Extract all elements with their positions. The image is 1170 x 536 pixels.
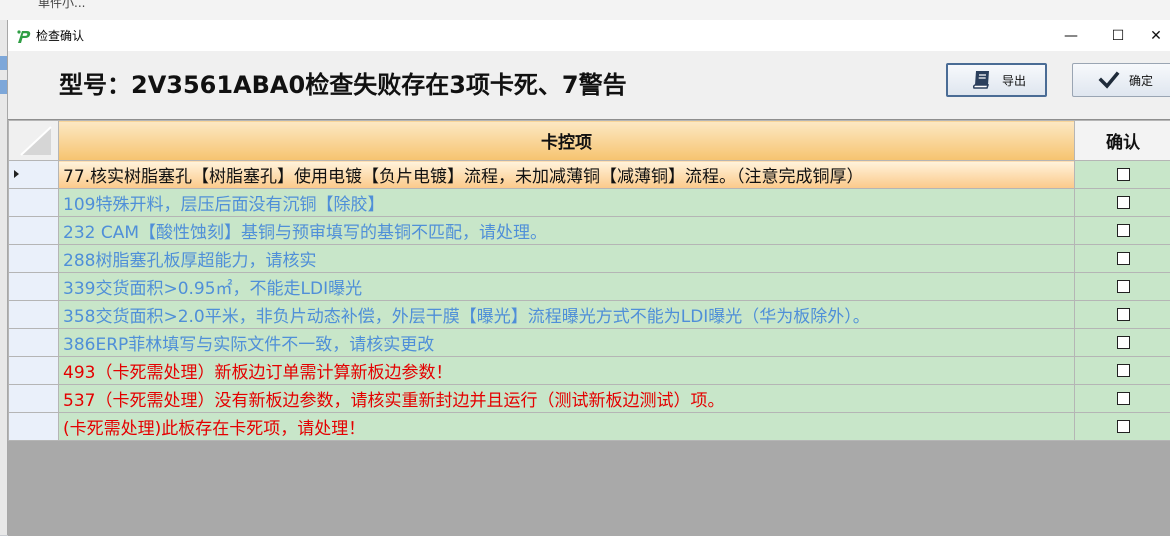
table-row[interactable]: 358交货面积>2.0平米，非负片动态补偿，外层干膜【曝光】流程曝光方式不能为L…	[9, 301, 1170, 329]
export-button-label: 导出	[1002, 72, 1026, 89]
maximize-icon: ☐	[1112, 28, 1125, 44]
confirm-checkbox[interactable]	[1117, 168, 1130, 181]
minimize-button[interactable]: —	[1048, 20, 1094, 51]
checkmark-icon	[1097, 68, 1121, 92]
confirm-button[interactable]: 确定	[1072, 63, 1170, 97]
app-logo-icon	[16, 28, 32, 44]
confirm-dialog: 检查确认 — ☐ ✕ 型号：2V3561ABA0检查失败存在3项卡死、7警告 导…	[7, 20, 1170, 535]
confirm-cell[interactable]	[1075, 217, 1170, 245]
row-header[interactable]	[9, 357, 59, 385]
check-item-text[interactable]: 339交货面积>0.95㎡，不能走LDI曝光	[59, 273, 1075, 301]
background-app-strip: 单件小...	[0, 0, 1170, 20]
title-bar[interactable]: 检查确认 — ☐ ✕	[8, 20, 1170, 51]
book-icon	[970, 68, 994, 92]
confirm-checkbox[interactable]	[1117, 280, 1130, 293]
confirm-cell[interactable]	[1075, 245, 1170, 273]
table-row[interactable]: 386ERP菲林填写与实际文件不一致，请核实更改	[9, 329, 1170, 357]
current-row-arrow-icon	[14, 170, 19, 178]
close-icon: ✕	[1150, 28, 1162, 44]
confirm-checkbox[interactable]	[1117, 336, 1130, 349]
table-row[interactable]: 77.核实树脂塞孔【树脂塞孔】使用电镀【负片电镀】流程，未加减薄铜【减薄铜】流程…	[9, 161, 1170, 189]
row-header[interactable]	[9, 189, 59, 217]
table-row[interactable]: 288树脂塞孔板厚超能力，请核实	[9, 245, 1170, 273]
confirm-checkbox[interactable]	[1117, 364, 1130, 377]
confirm-cell[interactable]	[1075, 385, 1170, 413]
check-item-text[interactable]: 537（卡死需处理）没有新板边参数，请核实重新封边并且运行（测试新板边测试）项。	[59, 385, 1075, 413]
table-row[interactable]: 232 CAM【酸性蚀刻】基铜与预审填写的基铜不匹配，请处理。	[9, 217, 1170, 245]
row-header[interactable]	[9, 413, 59, 441]
check-item-text[interactable]: 109特殊开料，层压后面没有沉铜【除胶】	[59, 189, 1075, 217]
window-title: 检查确认	[36, 27, 84, 44]
table-row[interactable]: (卡死需处理)此板存在卡死项，请处理！	[9, 413, 1170, 441]
confirm-cell[interactable]	[1075, 189, 1170, 217]
confirm-button-label: 确定	[1129, 72, 1153, 89]
minimize-icon: —	[1064, 28, 1078, 44]
page-title: 型号：2V3561ABA0检查失败存在3项卡死、7警告	[59, 65, 627, 100]
row-header[interactable]	[9, 273, 59, 301]
confirm-checkbox[interactable]	[1117, 196, 1130, 209]
confirm-cell[interactable]	[1075, 273, 1170, 301]
check-item-text[interactable]: 288树脂塞孔板厚超能力，请核实	[59, 245, 1075, 273]
confirm-checkbox[interactable]	[1117, 308, 1130, 321]
confirm-checkbox[interactable]	[1117, 252, 1130, 265]
column-header-confirm[interactable]: 确认	[1075, 121, 1170, 161]
check-items-table: 卡控项 确认 77.核实树脂塞孔【树脂塞孔】使用电镀【负片电镀】流程，未加减薄铜…	[8, 120, 1170, 441]
check-item-text[interactable]: (卡死需处理)此板存在卡死项，请处理！	[59, 413, 1075, 441]
background-app-text: 单件小...	[38, 0, 85, 11]
check-item-text[interactable]: 386ERP菲林填写与实际文件不一致，请核实更改	[59, 329, 1075, 357]
confirm-cell[interactable]	[1075, 329, 1170, 357]
confirm-checkbox[interactable]	[1117, 392, 1130, 405]
table-row[interactable]: 109特殊开料，层压后面没有沉铜【除胶】	[9, 189, 1170, 217]
export-button[interactable]: 导出	[946, 63, 1047, 97]
row-header[interactable]	[9, 301, 59, 329]
table-row[interactable]: 339交货面积>0.95㎡，不能走LDI曝光	[9, 273, 1170, 301]
table-row[interactable]: 537（卡死需处理）没有新板边参数，请核实重新封边并且运行（测试新板边测试）项。	[9, 385, 1170, 413]
table-header-row: 卡控项 确认	[9, 121, 1170, 161]
select-all-corner[interactable]	[9, 121, 59, 161]
row-header[interactable]	[9, 385, 59, 413]
table-row[interactable]: 493（卡死需处理）新板边订单需计算新板边参数！	[9, 357, 1170, 385]
check-items-grid: 卡控项 确认 77.核实树脂塞孔【树脂塞孔】使用电镀【负片电镀】流程，未加减薄铜…	[8, 119, 1170, 536]
check-item-text[interactable]: 493（卡死需处理）新板边订单需计算新板边参数！	[59, 357, 1075, 385]
check-item-text[interactable]: 358交货面积>2.0平米，非负片动态补偿，外层干膜【曝光】流程曝光方式不能为L…	[59, 301, 1075, 329]
confirm-checkbox[interactable]	[1117, 224, 1130, 237]
row-header[interactable]	[9, 245, 59, 273]
check-item-text[interactable]: 77.核实树脂塞孔【树脂塞孔】使用电镀【负片电镀】流程，未加减薄铜【减薄铜】流程…	[59, 161, 1075, 189]
confirm-cell[interactable]	[1075, 357, 1170, 385]
maximize-button[interactable]: ☐	[1095, 20, 1141, 51]
table-body: 77.核实树脂塞孔【树脂塞孔】使用电镀【负片电镀】流程，未加减薄铜【减薄铜】流程…	[9, 161, 1170, 441]
check-item-text[interactable]: 232 CAM【酸性蚀刻】基铜与预审填写的基铜不匹配，请处理。	[59, 217, 1075, 245]
row-header[interactable]	[9, 161, 59, 189]
confirm-checkbox[interactable]	[1117, 420, 1130, 433]
dialog-header: 型号：2V3561ABA0检查失败存在3项卡死、7警告 导出 确定	[8, 51, 1170, 119]
confirm-cell[interactable]	[1075, 413, 1170, 441]
confirm-cell[interactable]	[1075, 301, 1170, 329]
row-header[interactable]	[9, 217, 59, 245]
confirm-cell[interactable]	[1075, 161, 1170, 189]
column-header-item[interactable]: 卡控项	[59, 121, 1075, 161]
close-button[interactable]: ✕	[1141, 20, 1170, 51]
row-header[interactable]	[9, 329, 59, 357]
